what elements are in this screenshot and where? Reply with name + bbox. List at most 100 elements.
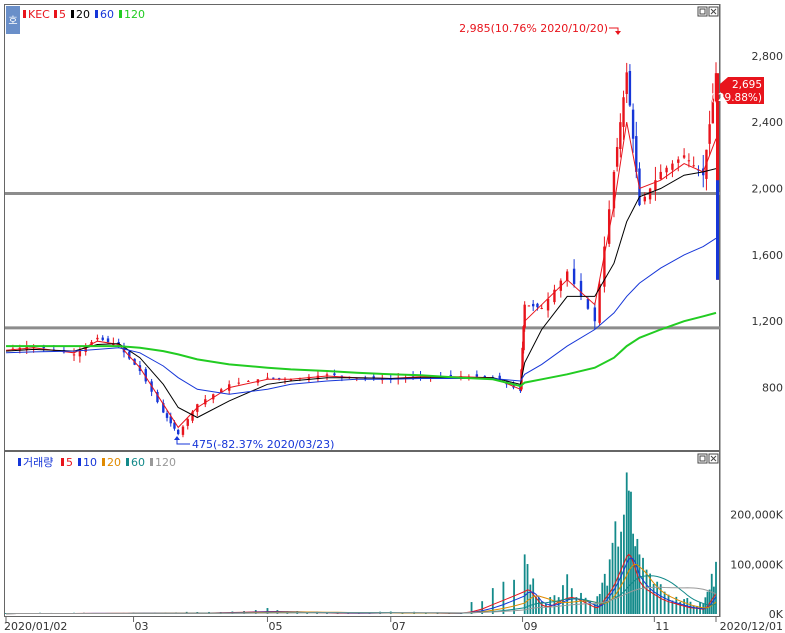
volume-bar — [570, 588, 573, 614]
volume-bar — [715, 561, 717, 614]
volume-bar — [557, 597, 560, 614]
volume-bar — [630, 491, 632, 614]
candle-body — [449, 374, 453, 376]
candle-body — [628, 70, 632, 106]
legend-label: 5 — [59, 8, 66, 21]
candle-body — [579, 280, 583, 297]
candle-body — [625, 72, 628, 94]
volume-bar — [566, 574, 569, 614]
volume-bar — [603, 573, 606, 614]
candle-body — [176, 429, 180, 435]
legend-swatch — [95, 10, 98, 18]
volume-bar — [598, 593, 601, 614]
candle-body — [615, 147, 619, 167]
legend-swatch — [23, 10, 26, 18]
candle-body — [333, 373, 336, 376]
candle-body — [682, 155, 686, 158]
candle-body — [631, 109, 635, 139]
legend-swatch — [78, 458, 81, 466]
candle-body — [593, 307, 597, 322]
low-annotation: 475(-82.37% 2020/03/23) — [192, 438, 334, 451]
candle-body — [96, 337, 99, 340]
legend-label: 60 — [131, 456, 145, 469]
candle-body — [165, 413, 169, 418]
candle-body — [475, 374, 479, 377]
price-tick-label: 2,800 — [752, 50, 784, 63]
legend-swatch — [18, 458, 21, 466]
x-tick-label: 11 — [655, 620, 669, 633]
volume-bar — [601, 582, 604, 614]
volume-bar — [632, 533, 634, 614]
volume-tick-label: 100,000K — [730, 558, 783, 571]
price-panel — [4, 4, 720, 451]
volume-y-axis: 0K100,000K200,000K — [730, 509, 783, 621]
candle-body — [325, 374, 329, 376]
candle-body — [546, 298, 550, 311]
candle-body — [586, 298, 590, 309]
candle-body — [619, 122, 622, 149]
legend-label: 60 — [100, 8, 114, 21]
candle-body — [101, 337, 104, 340]
volume-bar — [710, 573, 713, 614]
candle-body — [708, 124, 711, 144]
candle-body — [247, 380, 250, 382]
candle-body — [531, 303, 535, 307]
candle-body — [687, 160, 691, 162]
volume-tick-label: 200,000K — [730, 509, 783, 522]
volume-bar — [596, 596, 599, 614]
volume-bar — [502, 581, 505, 614]
candle-body — [536, 303, 539, 308]
price-tick-label: 2,000 — [752, 183, 784, 196]
candle-body — [527, 305, 531, 307]
volume-bar — [611, 542, 614, 614]
candle-body — [665, 167, 668, 173]
volume-bar — [545, 603, 547, 614]
candle-body — [648, 188, 652, 200]
legend-swatch — [61, 458, 64, 466]
candle-body — [692, 165, 695, 167]
candle-body — [622, 97, 625, 127]
volume-bar — [695, 605, 698, 614]
candle-body — [181, 426, 185, 435]
x-tick-label: 07 — [392, 620, 406, 633]
candle-body — [572, 268, 576, 284]
legend-swatch — [119, 10, 122, 18]
legend-label: 5 — [66, 456, 73, 469]
legend-swatch — [102, 458, 105, 466]
volume-bar — [580, 592, 582, 614]
candle-body — [643, 196, 646, 202]
panel-toggle-label: 호 — [8, 15, 17, 27]
legend-swatch — [126, 458, 129, 466]
price-tick-label: 800 — [762, 382, 783, 395]
legend-label: 120 — [155, 456, 176, 469]
volume-bar — [638, 554, 641, 614]
candle-body — [659, 171, 662, 180]
volume-bar — [620, 531, 622, 614]
volume-bar — [614, 521, 617, 614]
candle-body — [186, 419, 189, 426]
x-tick-label: 05 — [268, 620, 282, 633]
x-tick-label: 2020/12/01 — [720, 620, 783, 633]
high-annotation: 2,985(10.76% 2020/10/20) — [459, 22, 608, 35]
price-tick-label: 1,600 — [752, 249, 784, 262]
last-candle-lower — [716, 180, 719, 280]
legend-label: KEC — [28, 8, 50, 21]
candle-body — [266, 377, 269, 379]
last-price-label: 2,695 — [732, 79, 762, 91]
legend-label: 20 — [76, 8, 90, 21]
restore-button[interactable] — [697, 6, 708, 17]
volume-bar — [667, 594, 670, 614]
candle-body — [106, 338, 110, 342]
x-tick-label: 03 — [135, 620, 149, 633]
candle-body — [671, 163, 674, 170]
legend-label: 10 — [83, 456, 97, 469]
volume-bar — [608, 559, 611, 614]
volume-bar — [627, 490, 630, 614]
legend-label: 120 — [124, 8, 145, 21]
volume-restore-button[interactable] — [697, 453, 708, 464]
candle-body — [677, 159, 680, 163]
legend-swatch — [71, 10, 74, 18]
price-legend: KEC 5 20 60 120 — [23, 8, 145, 21]
volume-bar — [575, 597, 578, 614]
last-change-label: ( 29.88%) — [710, 92, 762, 104]
